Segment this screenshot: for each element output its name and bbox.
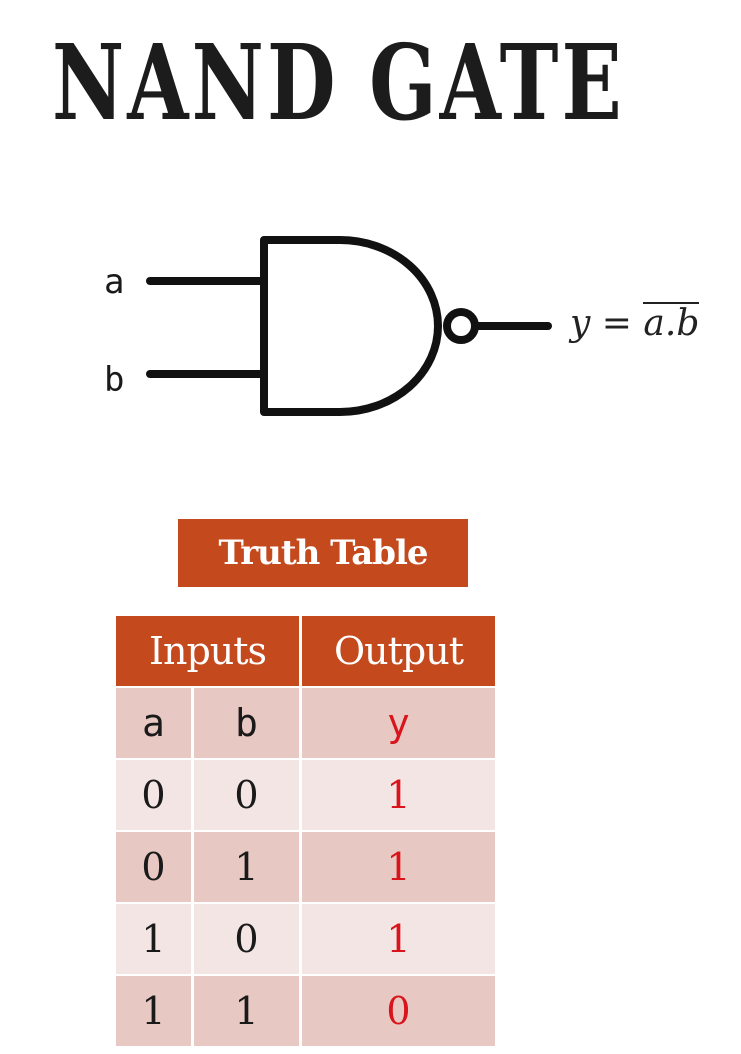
header-output: Output: [302, 616, 495, 686]
equation-lhs: y =: [570, 303, 632, 344]
input-b-label: b: [104, 360, 125, 400]
input-a-label: a: [104, 262, 125, 302]
column-b: b: [194, 688, 299, 758]
cell-b: 1: [194, 976, 299, 1046]
cell-a: 1: [116, 904, 191, 974]
cell-y: 0: [302, 976, 495, 1046]
table-row: 0 0 1: [116, 760, 495, 832]
page-title: NAND GATE: [52, 21, 625, 144]
column-a: a: [116, 688, 191, 758]
table-column-row: a b y: [116, 688, 495, 760]
and-body: [260, 236, 442, 416]
cell-y: 1: [302, 904, 495, 974]
header-inputs: Inputs: [116, 616, 299, 686]
cell-y: 1: [302, 832, 495, 902]
table-row: 1 0 1: [116, 904, 495, 976]
cell-y: 1: [302, 760, 495, 830]
cell-b: 0: [194, 904, 299, 974]
cell-b: 0: [194, 760, 299, 830]
column-y: y: [302, 688, 495, 758]
truth-table: Inputs Output a b y 0 0 1 0 1 1 1 0 1 1 …: [116, 616, 495, 1048]
output-equation: y = a.b: [570, 302, 700, 346]
cell-a: 1: [116, 976, 191, 1046]
truth-table-caption: Truth Table: [178, 519, 468, 587]
cell-a: 0: [116, 760, 191, 830]
cell-a: 0: [116, 832, 191, 902]
table-row: 0 1 1: [116, 832, 495, 904]
equation-rhs: a.b: [643, 302, 700, 344]
table-header-row: Inputs Output: [116, 616, 495, 688]
cell-b: 1: [194, 832, 299, 902]
inversion-bubble: [443, 308, 479, 344]
table-row: 1 1 0: [116, 976, 495, 1048]
